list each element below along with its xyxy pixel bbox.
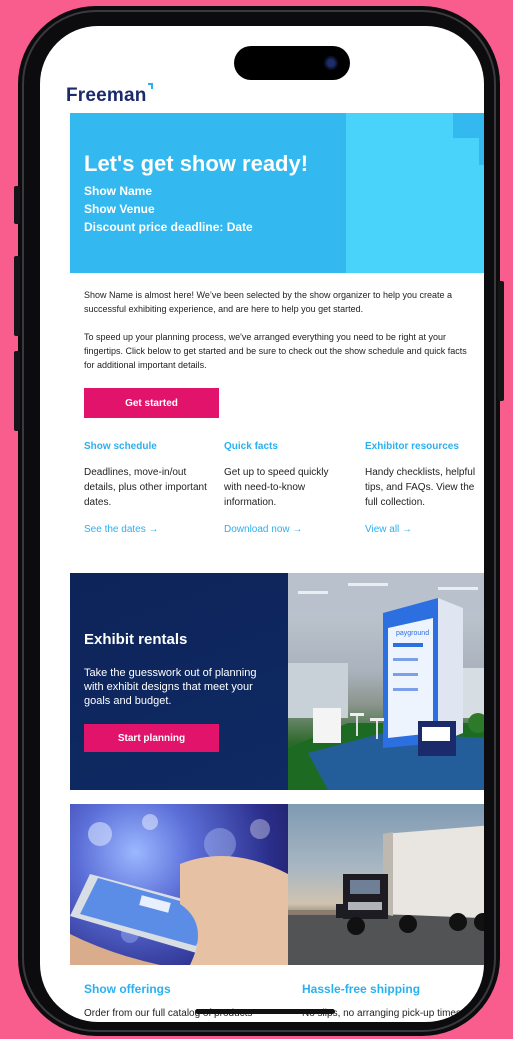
hero-banner: Let's get show ready! Show Name Show Ven… xyxy=(70,113,484,273)
hero-accent-step xyxy=(453,113,484,138)
show-schedule-body: Deadlines, move-in/out details, plus oth… xyxy=(84,467,207,508)
hero-show-venue: Show Venue xyxy=(84,202,155,216)
email-screen[interactable]: Freeman Let's get show ready! Show Name … xyxy=(40,26,484,1022)
exhibitor-resources-title[interactable]: Exhibitor resources xyxy=(365,441,459,452)
logo-text: Freeman xyxy=(66,85,147,106)
freeman-logo[interactable]: Freeman xyxy=(66,83,153,107)
show-offerings-title[interactable]: Show offerings xyxy=(84,982,171,996)
view-all-link[interactable]: View all → xyxy=(365,524,412,535)
mute-switch xyxy=(14,186,20,224)
intro-paragraph-1: Show Name is almost here! We’ve been sel… xyxy=(84,290,453,314)
logo-mark-icon xyxy=(147,83,153,89)
hero-show-name: Show Name xyxy=(84,184,153,198)
hero-accent-step xyxy=(479,138,484,165)
volume-down-button xyxy=(14,351,20,431)
mobile-app-photo xyxy=(70,804,288,965)
quick-facts-title[interactable]: Quick facts xyxy=(224,441,278,452)
shipping-truck-photo xyxy=(288,804,484,965)
hero-deadline: Discount price deadline: Date xyxy=(84,220,253,234)
intro-paragraph-2: To speed up your planning process, we've… xyxy=(84,332,467,370)
quick-facts-body: Get up to speed quickly with need-to-kno… xyxy=(224,467,329,508)
hassle-free-shipping-title[interactable]: Hassle-free shipping xyxy=(302,982,420,996)
dynamic-island xyxy=(234,46,350,80)
hero-title: Let's get show ready! xyxy=(84,151,309,176)
camera-icon xyxy=(324,56,338,70)
show-schedule-title[interactable]: Show schedule xyxy=(84,441,157,452)
power-button xyxy=(498,281,504,401)
exhibit-rentals-title: Exhibit rentals xyxy=(84,631,188,648)
exhibit-booth-photo: payground xyxy=(288,573,484,790)
home-indicator[interactable] xyxy=(195,1009,335,1014)
start-planning-button[interactable]: Start planning xyxy=(84,724,219,752)
booth-illustration: payground xyxy=(288,573,484,790)
truck-illustration xyxy=(288,825,484,965)
hand-holding-phone-illustration xyxy=(70,814,288,965)
exhibitor-resources-body: Handy checklists, helpful tips, and FAQs… xyxy=(365,467,476,508)
exhibit-rentals-section: Exhibit rentals Take the guesswork out o… xyxy=(70,573,484,790)
booth-brand-text: payground xyxy=(396,630,429,637)
volume-up-button xyxy=(14,256,20,336)
get-started-button[interactable]: Get started xyxy=(84,388,219,418)
phone-frame: Freeman Let's get show ready! Show Name … xyxy=(14,6,504,1036)
download-now-link[interactable]: Download now → xyxy=(224,524,302,535)
exhibit-rentals-body: Take the guesswork out of planning with … xyxy=(84,667,257,707)
see-the-dates-link[interactable]: See the dates → xyxy=(84,524,159,535)
